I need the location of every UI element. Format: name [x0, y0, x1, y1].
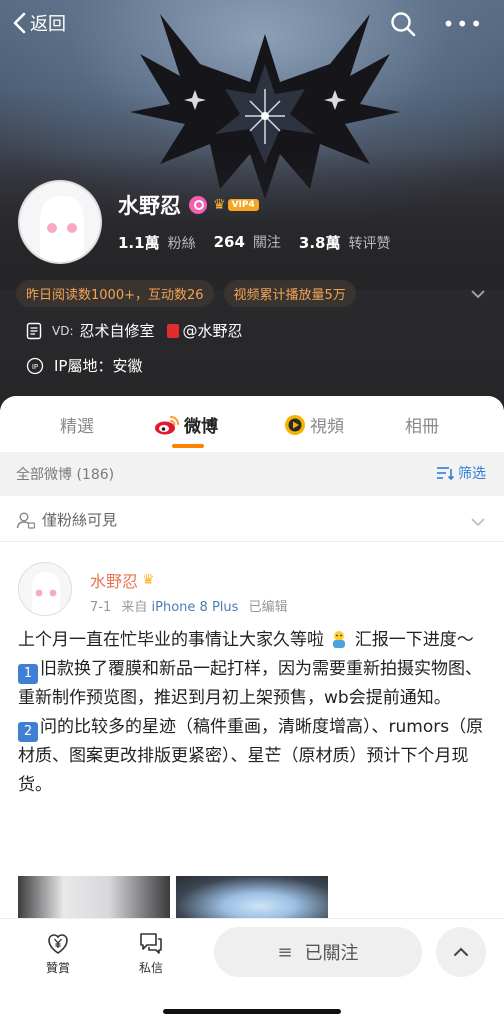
post-device[interactable]: iPhone 8 Plus: [152, 600, 239, 615]
vd-row: VD: 忍术自修室 @水野忍: [26, 320, 243, 341]
post-author-avatar[interactable]: [18, 562, 72, 616]
vd-text: 忍术自修室: [79, 322, 155, 340]
content-sheet: 精選 微博 視頻 相冊 全部微博 (186) 筛选 僅粉絲可見 水野忍 ♛ 7-…: [0, 396, 504, 936]
message-button[interactable]: 私信: [138, 931, 164, 976]
post-item: 问的比较多的星迹（稿件重画，清晰度增高）、rumors（原材质、图案更改排版更紧…: [18, 717, 484, 795]
tab-label: 精選: [60, 417, 94, 437]
document-icon: [26, 322, 42, 339]
bottom-action-bar: 贊賞 私信 ≡ 已關注: [0, 918, 504, 1024]
chevron-up-icon: [454, 947, 468, 956]
post-meta: 7-1 来自 iPhone 8 Plus 已编辑: [90, 596, 288, 615]
stat-label: 转评赞: [348, 236, 391, 252]
following-button[interactable]: ≡ 已關注: [214, 927, 422, 977]
profile-header: 返回 ••• 水野忍 ♛ VIP4 1.1萬 粉絲 264 關注 3.8萬 转评…: [0, 0, 504, 410]
chevron-down-icon: [471, 290, 485, 299]
following-label: 已關注: [304, 943, 359, 964]
back-label: 返回: [30, 14, 66, 35]
tab-label: 視頻: [310, 417, 344, 437]
expand-pills-button[interactable]: [470, 284, 486, 303]
vd-tag: VD:: [52, 323, 74, 338]
post-line: 汇报一下进度～: [354, 630, 474, 650]
tab-weibo[interactable]: 微博: [154, 412, 218, 437]
stat-label: 粉絲: [167, 236, 196, 252]
weibo-icon: [155, 415, 179, 434]
number-badge-icon: 1: [18, 664, 38, 684]
post-text: 上个月一直在忙毕业的事情让大家久等啦 汇报一下进度～ 1 旧款换了覆膜和新品一起打…: [18, 626, 488, 800]
search-icon: [391, 12, 416, 37]
tab-label: 微博: [184, 417, 218, 437]
filter-button[interactable]: 筛选: [436, 463, 486, 483]
filter-icon: [437, 467, 454, 480]
scroll-top-button[interactable]: [436, 927, 486, 977]
stat-value: 3.8萬: [298, 234, 341, 252]
all-posts-count: 全部微博 (186): [16, 467, 115, 483]
stat-label: 關注: [252, 235, 281, 251]
search-button[interactable]: [390, 11, 416, 41]
visibility-label-group: 僅粉絲可見: [16, 509, 117, 530]
top-nav-bar: 返回 •••: [0, 0, 504, 50]
number-badge-icon: 2: [18, 722, 38, 742]
tab-label: 相冊: [405, 417, 439, 437]
visibility-row[interactable]: 僅粉絲可見: [0, 496, 504, 542]
verified-badge-icon[interactable]: [189, 196, 207, 214]
ip-location: IP屬地：安徽: [54, 357, 143, 375]
video-plays-pill[interactable]: 视频累计播放量5万: [223, 280, 356, 307]
filter-bar: 全部微博 (186) 筛选: [0, 452, 504, 496]
chat-icon: [140, 933, 162, 954]
stat-value: 1.1萬: [118, 234, 160, 252]
post-author-name[interactable]: 水野忍 ♛: [90, 568, 155, 592]
avatar-face-icon: [20, 182, 100, 262]
filter-label: 筛选: [458, 466, 486, 482]
stat-interactions[interactable]: 3.8萬 转评赞: [299, 232, 391, 253]
profile-tabs: 精選 微博 視頻 相冊: [0, 396, 504, 452]
praying-emoji-icon: [333, 631, 346, 648]
profile-name: 水野忍: [118, 194, 181, 218]
home-indicator: [163, 1009, 341, 1014]
reads-pill[interactable]: 昨日阅读数1000+，互动数26: [16, 280, 214, 307]
profile-stats: 1.1萬 粉絲 264 關注 3.8萬 转评赞: [118, 232, 408, 253]
reward-label: 贊賞: [46, 961, 71, 975]
crown-icon: ♛: [213, 197, 226, 213]
reward-button[interactable]: 贊賞: [46, 931, 70, 976]
more-options-button[interactable]: •••: [443, 12, 484, 36]
user-lock-icon: [16, 512, 36, 529]
stat-followers[interactable]: 1.1萬 粉絲: [118, 232, 196, 253]
tab-videos[interactable]: 視頻: [284, 412, 344, 437]
vip-level: VIP4: [227, 199, 259, 211]
profile-avatar[interactable]: [18, 180, 102, 264]
author-name-text: 水野忍: [90, 572, 139, 591]
ip-row: IP IP屬地：安徽: [26, 355, 142, 376]
tab-albums[interactable]: 相冊: [405, 412, 439, 437]
stat-following[interactable]: 264 關注: [214, 232, 281, 253]
red-book-icon: [166, 323, 179, 338]
stat-value: 264: [213, 233, 245, 251]
crown-icon: ♛: [142, 572, 155, 588]
post-line: 上个月一直在忙毕业的事情让大家久等啦: [18, 630, 324, 650]
message-label: 私信: [138, 961, 163, 975]
vd-link[interactable]: @水野忍: [183, 320, 243, 341]
post-item: 旧款换了覆膜和新品一起打样，因为需要重新拍摄实物图、重新制作预览图，推迟到月初上…: [18, 659, 482, 708]
ip-icon: IP: [26, 357, 44, 374]
more-dots-icon: •••: [442, 12, 484, 36]
video-icon: [285, 414, 305, 435]
visibility-expand[interactable]: [470, 512, 486, 531]
yen-icon: [48, 934, 68, 954]
chevron-left-icon: [13, 12, 26, 34]
post-from-prefix: 来自: [121, 600, 148, 615]
post-edited[interactable]: 已编辑: [249, 600, 288, 615]
post-date: 7-1: [90, 600, 112, 615]
menu-lines-icon: ≡: [277, 941, 293, 963]
tab-featured[interactable]: 精選: [60, 412, 94, 437]
profile-name-row: 水野忍 ♛ VIP4: [118, 190, 259, 220]
active-tab-indicator: [172, 444, 204, 448]
chevron-down-icon: [471, 518, 485, 527]
vip-badge[interactable]: ♛ VIP4: [213, 197, 259, 213]
svg-text:IP: IP: [32, 363, 38, 371]
avatar-face-icon: [19, 563, 71, 615]
achievement-pills: 昨日阅读数1000+，互动数26 视频累计播放量5万: [16, 280, 366, 307]
back-button[interactable]: 返回: [12, 10, 66, 36]
visibility-label: 僅粉絲可見: [42, 511, 118, 529]
